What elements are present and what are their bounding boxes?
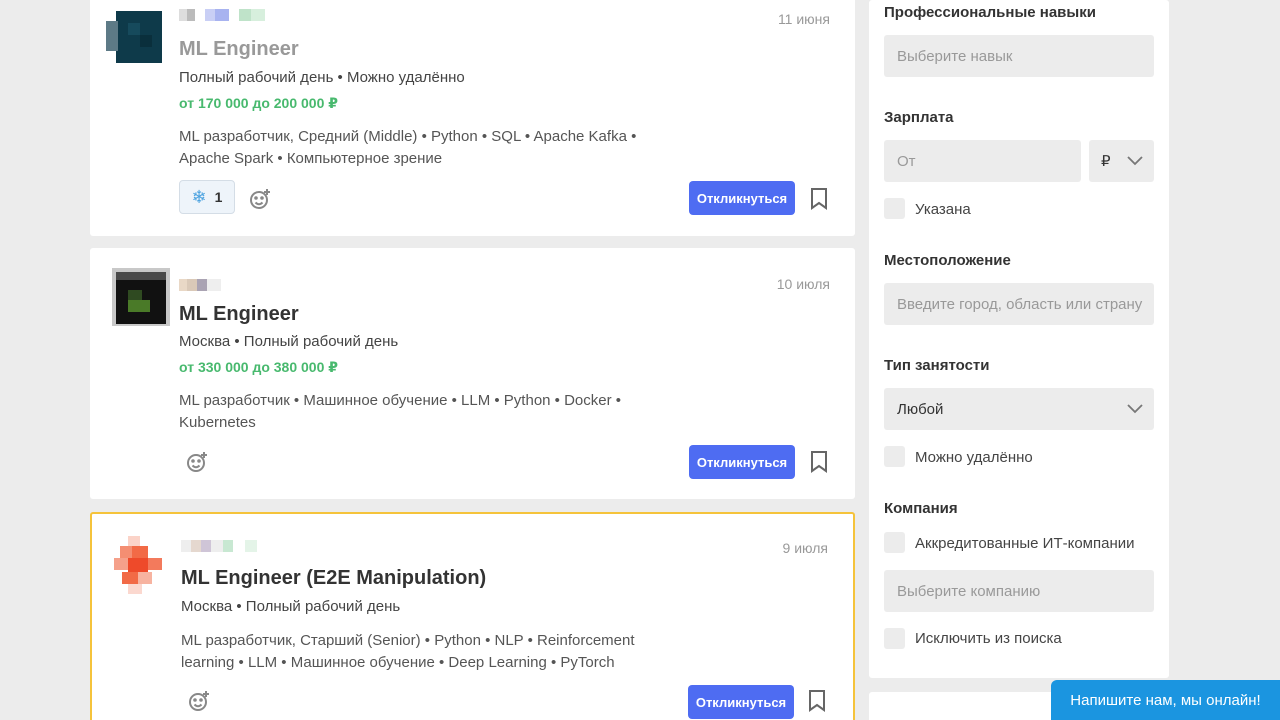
employment-filter-label: Тип занятости xyxy=(884,357,990,374)
snowflake-icon: ❄ xyxy=(191,186,207,207)
bookmark-icon[interactable] xyxy=(809,450,829,474)
vacancy-skills: ML разработчик, Средний (Middle) • Pytho… xyxy=(179,128,637,167)
vacancy-salary: от 330 000 до 380 000 ₽ xyxy=(179,359,339,375)
apply-button[interactable]: Откликнуться xyxy=(688,685,794,719)
company-select[interactable]: Выберите компанию xyxy=(884,570,1154,612)
company-logo xyxy=(106,11,166,65)
add-reaction-icon[interactable] xyxy=(187,689,211,713)
vacancy-date: 9 июля xyxy=(782,540,828,556)
vacancy-card[interactable]: 11 июня ML Engineer Полный рабочий день … xyxy=(90,0,855,236)
vacancy-date: 10 июля xyxy=(776,276,830,292)
vacancy-card[interactable]: 10 июля ML Engineer Москва • Полный рабо… xyxy=(90,248,855,499)
reaction-button[interactable]: ❄ 1 xyxy=(179,180,235,214)
company-name-blurred xyxy=(179,9,309,21)
company-filter-label: Компания xyxy=(884,500,958,517)
apply-button[interactable]: Откликнуться xyxy=(689,181,795,215)
employment-value: Любой xyxy=(897,400,944,418)
chevron-down-icon xyxy=(1127,404,1143,414)
company-name-blurred xyxy=(181,540,311,552)
filters-panel: Профессиональные навыки Выберите навык З… xyxy=(869,0,1169,678)
company-name-blurred xyxy=(179,279,309,291)
vacancy-card[interactable]: 9 июля ML Engineer (E2E Manipulation) Мо… xyxy=(90,512,855,720)
location-filter-label: Местоположение xyxy=(884,252,1011,269)
vacancy-title[interactable]: ML Engineer (E2E Manipulation) xyxy=(181,567,486,590)
salary-specified-label: Указана xyxy=(915,201,971,218)
currency-select[interactable]: ₽ xyxy=(1089,140,1154,182)
salary-specified-checkbox[interactable] xyxy=(884,198,905,219)
company-logo xyxy=(112,268,170,326)
reaction-count: 1 xyxy=(214,189,223,205)
accredited-checkbox[interactable] xyxy=(884,532,905,553)
vacancy-title[interactable]: ML Engineer xyxy=(179,303,299,326)
skills-filter-label: Профессиональные навыки xyxy=(884,4,1096,21)
vacancy-meta: Москва • Полный рабочий день xyxy=(181,598,401,615)
chevron-down-icon xyxy=(1127,156,1143,166)
remote-checkbox[interactable] xyxy=(884,446,905,467)
bookmark-icon[interactable] xyxy=(809,187,829,211)
vacancy-meta: Полный рабочий день • Можно удалённо xyxy=(179,69,465,86)
apply-button[interactable]: Откликнуться xyxy=(689,445,795,479)
employment-select[interactable]: Любой xyxy=(884,388,1154,430)
vacancy-meta: Москва • Полный рабочий день xyxy=(179,333,399,350)
exclude-label: Исключить из поиска xyxy=(915,630,1062,647)
salary-from-input[interactable]: От xyxy=(884,140,1081,182)
vacancy-skills: ML разработчик, Старший (Senior) • Pytho… xyxy=(181,632,635,671)
remote-label: Можно удалённо xyxy=(915,449,1033,466)
vacancy-salary: от 170 000 до 200 000 ₽ xyxy=(179,95,339,111)
exclude-checkbox[interactable] xyxy=(884,628,905,649)
vacancy-skills: ML разработчик • Машинное обучение • LLM… xyxy=(179,392,622,431)
chat-widget-button[interactable]: Напишите нам, мы онлайн! xyxy=(1051,680,1280,720)
add-reaction-icon[interactable] xyxy=(185,450,209,474)
accredited-label: Аккредитованные ИТ-компании xyxy=(915,535,1135,552)
vacancy-title[interactable]: ML Engineer xyxy=(179,38,299,61)
company-logo xyxy=(114,536,164,594)
salary-filter-label: Зарплата xyxy=(884,109,954,126)
currency-value: ₽ xyxy=(1101,153,1111,170)
add-reaction-icon[interactable] xyxy=(248,187,272,211)
location-input[interactable]: Введите город, область или страну xyxy=(884,283,1154,325)
vacancy-date: 11 июня xyxy=(777,11,830,27)
bookmark-icon[interactable] xyxy=(807,689,827,713)
skills-select[interactable]: Выберите навык xyxy=(884,35,1154,77)
